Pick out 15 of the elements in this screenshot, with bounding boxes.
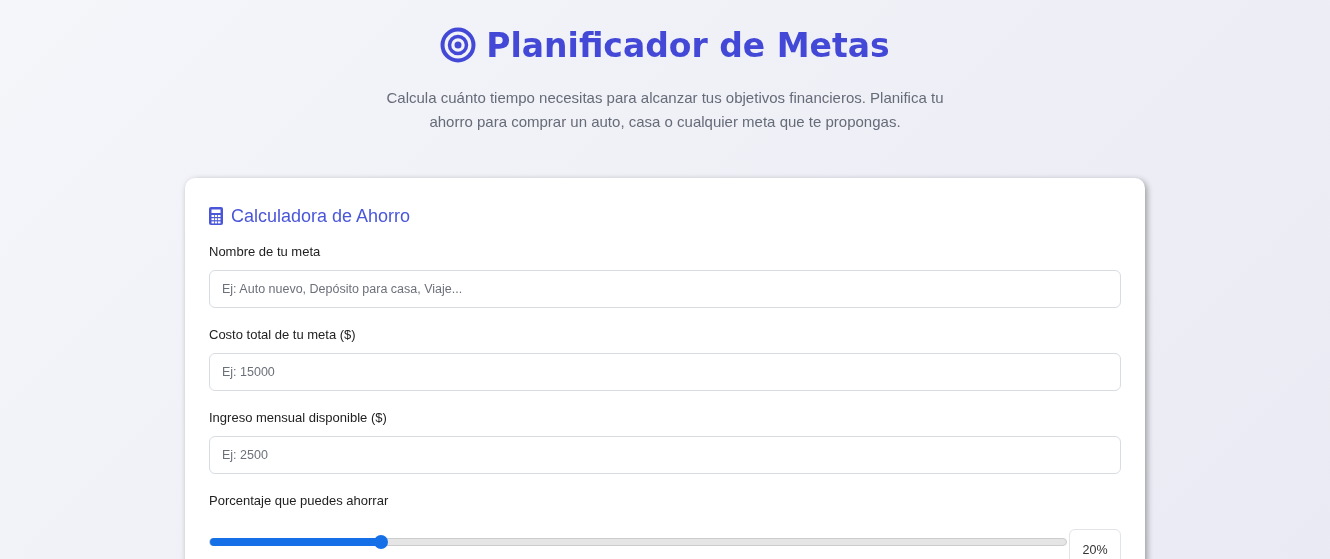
percent-value: 20%: [1069, 529, 1121, 559]
page-subtitle: Calcula cuánto tiempo necesitas para alcanzar tus objetivos financieros. Planifica tu ahorro para comprar un auto, casa o cualquier meta que te propongas.: [385, 88, 945, 132]
calculator-icon: [209, 207, 223, 225]
card-title: Calculadora de Ahorro: [231, 205, 411, 227]
slider-thumb[interactable]: [374, 535, 389, 549]
field-label: Nombre de tu meta: [209, 244, 322, 260]
input-field[interactable]: Ej: 15000: [209, 353, 1121, 391]
page-title: Planificador de Metas: [486, 25, 890, 65]
slider-track[interactable]: [209, 538, 1067, 546]
input-field[interactable]: Ej: Auto nuevo, Depósito para casa, Viaje...: [209, 270, 1121, 308]
field-label: Costo total de tu meta ($): [209, 327, 357, 343]
field-label: Porcentaje que puedes ahorrar: [209, 493, 390, 509]
field-label: Ingreso mensual disponible ($): [209, 410, 388, 426]
input-field[interactable]: Ej: 2500: [209, 436, 1121, 474]
target-icon: [440, 27, 477, 63]
